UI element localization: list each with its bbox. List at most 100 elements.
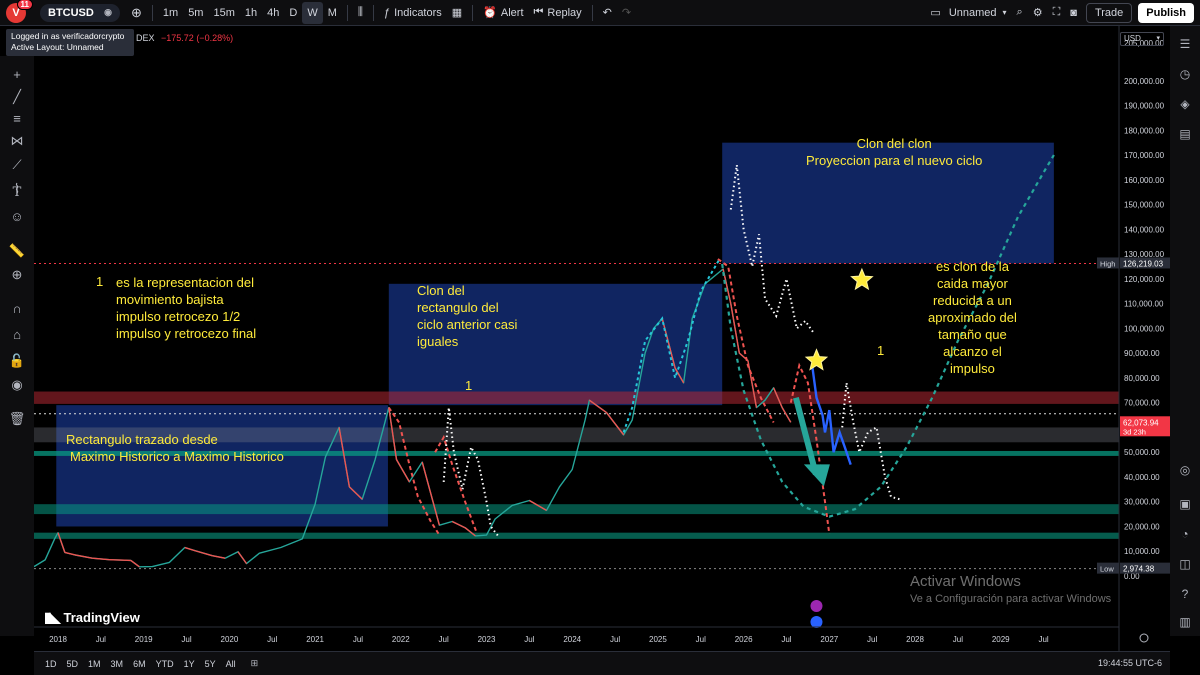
- layout-name: Unnamed: [948, 6, 997, 19]
- price-tick-label: 190,000.00: [1124, 102, 1165, 111]
- eye-icon[interactable]: ◉: [8, 376, 26, 394]
- snapshot-button[interactable]: ◙: [1065, 2, 1082, 24]
- chat-icon[interactable]: ▤: [1177, 126, 1193, 142]
- publish-label: Publish: [1146, 6, 1186, 19]
- support-zone-lower[interactable]: [34, 532, 1119, 539]
- alert-button[interactable]: ⏰ Alert: [478, 2, 528, 24]
- right-note-line: impulso: [950, 361, 995, 376]
- layers-icon[interactable]: ◈: [1177, 96, 1193, 112]
- text-tool-icon[interactable]: T: [8, 184, 26, 202]
- chart-type-button[interactable]: ⫼: [353, 2, 368, 24]
- range-1m[interactable]: 1M: [83, 659, 106, 669]
- price-label-countdown: 3d 23h: [1123, 427, 1146, 436]
- login-line1: Logged in as verificadorcrypto: [11, 31, 125, 41]
- time-tick-label: 2020: [221, 635, 239, 644]
- time-tick-label: Jul: [867, 635, 877, 644]
- trend-line-tool-icon[interactable]: ╱: [8, 88, 26, 106]
- lightning-event-icon[interactable]: [810, 600, 823, 612]
- trash-icon[interactable]: 🗑: [8, 410, 26, 428]
- base-note-line: Rectangulo trazado desde: [66, 432, 218, 447]
- interval-1m[interactable]: 1m: [158, 2, 183, 24]
- notifications-icon[interactable]: ◫: [1177, 556, 1193, 572]
- resistance-zone[interactable]: [34, 391, 1119, 404]
- quick-search-button[interactable]: ⌕: [1012, 2, 1028, 24]
- price-axis[interactable]: [1119, 26, 1170, 651]
- range-ytd[interactable]: YTD: [151, 659, 179, 669]
- left-note-line: movimiento bajista: [116, 292, 224, 307]
- settings-button[interactable]: ⚙: [1028, 2, 1048, 24]
- user-avatar[interactable]: V 11: [6, 0, 33, 23]
- top-toolbar: V 11 BTCUSD ◉ ⊕ 1m 5m 15m 1h 4h D W M ⫼ ƒ Indic…: [0, 0, 1200, 26]
- symbol-search[interactable]: BTCUSD ◉: [40, 3, 120, 22]
- price-tick-label: 150,000.00: [1124, 201, 1165, 210]
- panels-icon[interactable]: ▥: [1177, 614, 1193, 630]
- zoom-in-icon[interactable]: ⊕: [8, 266, 26, 284]
- publish-button[interactable]: Publish: [1138, 2, 1194, 23]
- target-icon[interactable]: ◎: [1177, 462, 1193, 478]
- date-range-icon[interactable]: ⊞: [251, 658, 259, 669]
- fullscreen-button[interactable]: ⛶: [1048, 2, 1066, 24]
- templates-button[interactable]: ▦: [447, 2, 467, 24]
- interval-m[interactable]: M: [323, 2, 342, 24]
- blue-projection-fall[interactable]: [811, 365, 852, 465]
- replay-icon: ⏮: [533, 6, 544, 18]
- calendar-icon[interactable]: ▣: [1177, 496, 1193, 512]
- interval-5m[interactable]: 5m: [183, 2, 208, 24]
- time-tick-label: 2023: [478, 635, 496, 644]
- range-5y[interactable]: 5Y: [200, 659, 221, 669]
- chevron-down-icon: ▾: [1156, 35, 1160, 42]
- tradingview-logo[interactable]: ▮◣ TradingView: [44, 609, 140, 626]
- alert-label: Alert: [500, 6, 524, 19]
- lock-drawing-icon[interactable]: ⌂: [8, 326, 26, 344]
- annotation-clone-marker: 1: [465, 378, 473, 393]
- login-line2: Active Layout: Unnamed: [11, 42, 104, 52]
- time-tick-label: 2027: [820, 635, 838, 644]
- pattern-tool-icon[interactable]: ⋈: [8, 132, 26, 150]
- range-6m[interactable]: 6M: [128, 659, 151, 669]
- fib-tool-icon[interactable]: ≡: [8, 110, 26, 128]
- magnet-icon[interactable]: ∩: [8, 300, 26, 318]
- layout-button[interactable]: ▭ Unnamed ▾: [925, 2, 1011, 24]
- lock-icon[interactable]: 🔓: [8, 352, 26, 370]
- time-tick-label: 2029: [992, 635, 1010, 644]
- interval-group: 1m 5m 15m 1h 4h D W M: [158, 1, 342, 24]
- range-1d[interactable]: 1D: [40, 659, 62, 669]
- alerts-clock-icon[interactable]: ◷: [1177, 66, 1193, 82]
- tradingview-mark-icon: ▮◣: [44, 609, 61, 625]
- ruler-tool-icon[interactable]: 📏: [8, 242, 26, 260]
- trade-button[interactable]: Trade: [1085, 2, 1133, 23]
- range-all[interactable]: All: [221, 659, 241, 669]
- currency-selector[interactable]: USD ▾: [1120, 32, 1164, 46]
- indicators-button[interactable]: ƒ Indicators: [379, 2, 447, 24]
- red-dash-fall-2022[interactable]: [387, 407, 441, 536]
- watchlist-icon[interactable]: ☰: [1177, 36, 1193, 52]
- add-symbol-button[interactable]: ⊕: [126, 2, 147, 24]
- support-zone-upper[interactable]: [34, 504, 1119, 515]
- interval-4h[interactable]: 4h: [262, 2, 284, 24]
- projection-tool-icon[interactable]: ⟋: [8, 156, 26, 174]
- time-tick-label: Jul: [439, 635, 449, 644]
- price-tick-label: 170,000.00: [1124, 151, 1165, 160]
- interval-1h[interactable]: 1h: [240, 2, 262, 24]
- price-tick-label: 30,000.00: [1124, 498, 1160, 507]
- legend-exchange: DEX: [136, 33, 155, 43]
- price-down-segment: [451, 520, 466, 529]
- interval-15m[interactable]: 15m: [208, 2, 239, 24]
- interval-w[interactable]: W: [302, 1, 323, 24]
- interval-d[interactable]: D: [284, 2, 302, 24]
- replay-button[interactable]: ⏮ Replay: [529, 2, 587, 24]
- cursor-tool-icon[interactable]: +: [8, 66, 26, 84]
- undo-button[interactable]: ↶: [598, 2, 617, 24]
- annotation-left-note: es la representacion del movimiento bajis…: [116, 274, 256, 342]
- us-flag-event-icon[interactable]: [810, 616, 823, 628]
- emoji-tool-icon[interactable]: ☺: [8, 208, 26, 226]
- range-5d[interactable]: 5D: [62, 659, 84, 669]
- help-icon[interactable]: ?: [1177, 586, 1193, 602]
- redo-button[interactable]: ↷: [617, 2, 636, 24]
- bell-icon[interactable]: ◔: [1177, 526, 1193, 542]
- range-1y[interactable]: 1Y: [179, 659, 200, 669]
- range-3m[interactable]: 3M: [106, 659, 129, 669]
- price-down-segment: [212, 555, 226, 559]
- white-dot-clone-2022[interactable]: [442, 407, 501, 539]
- legend-change: −175.72 (−0.28%): [161, 33, 234, 43]
